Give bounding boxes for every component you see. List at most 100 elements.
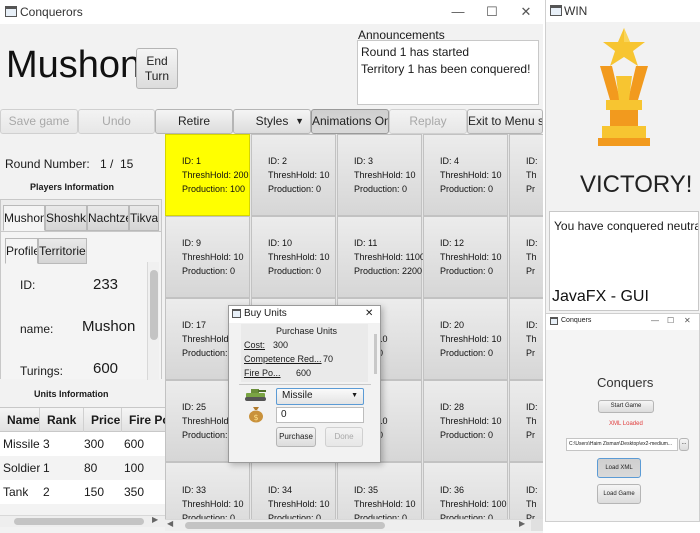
- dialog-close-icon[interactable]: ✕: [365, 308, 373, 319]
- announcement-line: Territory 1 has been conquered!: [361, 62, 531, 76]
- done-button[interactable]: Done: [325, 427, 363, 447]
- territory-cell[interactable]: ID: Th Pr: [509, 216, 543, 298]
- scroll-left-icon[interactable]: ◀: [167, 519, 173, 528]
- territory-production: Production: 0: [182, 266, 236, 276]
- scroll-thumb[interactable]: [185, 522, 385, 529]
- territory-cell[interactable]: ID: 2 ThreshHold: 10 Production: 0: [251, 134, 336, 216]
- territory-cell[interactable]: ID: Th Pr: [509, 298, 543, 380]
- territory-cell[interactable]: ID: 4 ThreshHold: 10 Production: 0: [423, 134, 508, 216]
- territory-threshold: ThreshHold: 1100: [354, 252, 425, 262]
- territory-id: ID: 17: [182, 320, 207, 330]
- units-table-hscrollbar[interactable]: ▶: [0, 515, 165, 527]
- tab-mushon[interactable]: Mushon: [3, 205, 45, 231]
- tab-nachtze[interactable]: Nachtze: [87, 205, 129, 231]
- menu-titlebar: Conquers — ☐ ✕: [546, 314, 699, 330]
- territory-cell[interactable]: ID: 34 ThreshHold: 10 Production: 0: [251, 462, 336, 519]
- win-titlebar: WIN: [546, 0, 700, 22]
- dialog-scroll-indicator[interactable]: [374, 334, 377, 374]
- menu-app-icon: [550, 317, 558, 325]
- territory-id: ID: 36: [440, 485, 465, 495]
- load-xml-button[interactable]: Load XML: [597, 458, 641, 478]
- win-app-icon: [550, 5, 562, 16]
- minimize-icon[interactable]: —: [651, 316, 659, 325]
- undo-button[interactable]: Undo: [78, 109, 155, 134]
- amount-value: 0: [281, 409, 287, 420]
- win-message-box: You have conquered neutral territory Jav…: [549, 211, 699, 311]
- territory-cell[interactable]: ID: 33 ThreshHold: 10 Production: 0: [165, 462, 250, 519]
- territory-threshold: Th: [526, 170, 537, 180]
- scroll-thumb[interactable]: [150, 270, 158, 340]
- territory-threshold: Th: [526, 252, 537, 262]
- scroll-thumb[interactable]: [14, 518, 144, 525]
- territory-cell[interactable]: ID: 11 ThreshHold: 1100 Production: 2200: [337, 216, 425, 298]
- territory-cell[interactable]: ID: 36 ThreshHold: 100 Production: 0: [423, 462, 508, 519]
- tab-tikva[interactable]: Tikva: [129, 205, 159, 231]
- end-turn-button[interactable]: End Turn: [136, 48, 178, 89]
- unit-type-value: Missile: [282, 390, 313, 401]
- save-game-button[interactable]: Save game: [0, 109, 78, 134]
- player-name-title: Mushon: [6, 44, 142, 86]
- territory-cell[interactable]: ID: 20 ThreshHold: 10 Production: 0: [423, 298, 508, 380]
- table-cell: 150: [84, 485, 105, 499]
- players-info-title: Players Information: [30, 182, 115, 192]
- table-cell: 350: [124, 485, 145, 499]
- scroll-right-icon[interactable]: ▶: [519, 519, 525, 528]
- territory-cell[interactable]: ID: Th Pr: [509, 380, 543, 462]
- column-header[interactable]: Price: [84, 408, 122, 432]
- column-header[interactable]: Fire Pow: [122, 408, 165, 432]
- win-window: WIN VICTORY! You have conquered neutral …: [545, 0, 700, 313]
- money-bag-icon: $: [248, 405, 264, 423]
- territory-cell[interactable]: ID: 35 ThreshHold: 10 Production: 0: [337, 462, 422, 519]
- replay-button[interactable]: Replay: [389, 109, 467, 134]
- table-row[interactable]: Missile 3 300 600: [0, 432, 165, 456]
- tab-territories[interactable]: Territories: [38, 238, 87, 264]
- territory-cell[interactable]: ID: 10 ThreshHold: 10 Production: 0: [251, 216, 336, 298]
- xml-path-field[interactable]: C:\Users\Haim Zisman\Desktop\ex2-medium.…: [566, 438, 678, 451]
- scroll-right-icon[interactable]: ▶: [152, 515, 158, 524]
- territory-production: Pr: [526, 184, 535, 194]
- close-icon[interactable]: ✕: [516, 2, 536, 22]
- territory-threshold: ThreshHold: 10: [268, 170, 330, 180]
- territory-threshold: ThreshHold: 10: [182, 252, 244, 262]
- territory-cell[interactable]: ID: 9 ThreshHold: 10 Production: 0: [165, 216, 250, 298]
- dialog-app-icon: [232, 309, 241, 318]
- table-cell: Soldier: [3, 461, 41, 475]
- load-game-button[interactable]: Load Game: [597, 484, 641, 504]
- territory-id: ID: 4: [440, 156, 460, 166]
- maximize-icon[interactable]: ☐: [667, 316, 674, 325]
- table-cell: 80: [84, 461, 98, 475]
- units-table-header: Name Rank Price Fire Pow: [0, 408, 165, 432]
- start-game-button[interactable]: Start Game: [598, 400, 654, 413]
- retire-button[interactable]: Retire: [155, 109, 233, 134]
- animations-toggle[interactable]: Animations On: [311, 109, 389, 134]
- amount-input[interactable]: 0: [276, 407, 364, 423]
- minimize-icon[interactable]: —: [448, 2, 468, 22]
- table-row[interactable]: Tank 2 150 350: [0, 480, 165, 504]
- territory-cell[interactable]: ID: 3 ThreshHold: 10 Production: 0: [337, 134, 422, 216]
- styles-dropdown[interactable]: Styles ▼: [233, 109, 311, 134]
- exit-to-menu-button[interactable]: Exit to Menu s...: [467, 109, 543, 134]
- tab-profile[interactable]: Profile: [5, 238, 38, 264]
- territory-id: ID: 2: [268, 156, 288, 166]
- unit-type-select[interactable]: Missile ▼: [276, 388, 364, 405]
- column-header[interactable]: Rank: [40, 408, 84, 432]
- territory-cell[interactable]: ID: 28 ThreshHold: 10 Production: 0: [423, 380, 508, 462]
- territory-production: Production: 0: [440, 430, 494, 440]
- close-icon[interactable]: ✕: [684, 316, 691, 325]
- browse-button[interactable]: ...: [679, 438, 689, 451]
- maximize-icon[interactable]: ☐: [482, 2, 502, 22]
- territory-cell[interactable]: ID: Th Pr: [509, 134, 543, 216]
- table-row[interactable]: [0, 504, 165, 515]
- territory-cell[interactable]: ID: 12 ThreshHold: 10 Production: 0: [423, 216, 508, 298]
- territory-cell[interactable]: ID: Th Pr: [509, 462, 543, 519]
- column-header[interactable]: Name: [0, 408, 40, 432]
- profile-scrollbar[interactable]: [147, 262, 159, 380]
- table-row[interactable]: Soldier 1 80 100: [0, 456, 165, 480]
- table-cell: 100: [124, 461, 145, 475]
- territory-cell[interactable]: ID: 1 ThreshHold: 200 Production: 100: [165, 134, 250, 216]
- profile-turings-label: Turings:: [20, 364, 63, 378]
- win-title: WIN: [564, 4, 588, 18]
- grid-hscrollbar[interactable]: ◀ ▶: [165, 519, 543, 531]
- tab-shoshke[interactable]: Shoshke: [45, 205, 87, 231]
- purchase-button[interactable]: Purchase: [276, 427, 316, 447]
